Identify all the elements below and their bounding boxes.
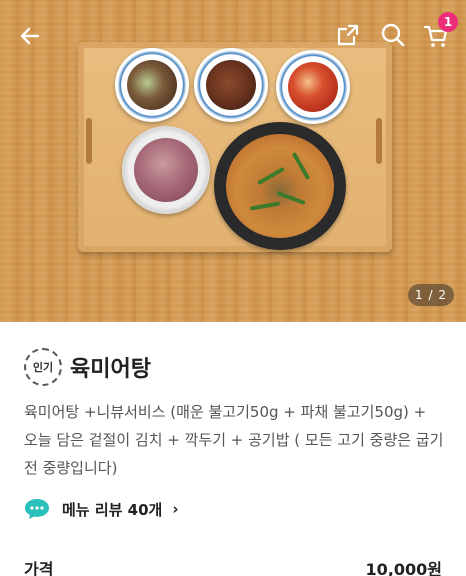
search-icon xyxy=(381,23,405,47)
tray-handle-left xyxy=(86,118,92,164)
tray-handle-right xyxy=(376,118,382,164)
search-button[interactable] xyxy=(378,20,408,50)
popular-badge: 인기 xyxy=(24,348,62,386)
scallion xyxy=(257,166,285,186)
chevron-right-icon: › xyxy=(172,500,179,518)
title-row: 인기 육미어탕 xyxy=(24,348,151,386)
image-page-indicator: 1 / 2 xyxy=(408,284,454,306)
soup xyxy=(226,134,334,238)
scallion xyxy=(249,201,281,211)
back-button[interactable] xyxy=(14,20,46,52)
menu-review-link[interactable]: 메뉴 리뷰 40개 › xyxy=(24,498,179,520)
review-count-label: 메뉴 리뷰 40개 xyxy=(62,500,163,519)
price-value: 10,000원 xyxy=(365,560,442,576)
menu-description: 육미어탕 +니뷰서비스 (매운 불고기50g + 파채 불고기50g) + 오늘… xyxy=(24,403,444,477)
share-button[interactable] xyxy=(334,20,362,50)
price-row: 가격 10,000원 xyxy=(24,556,442,576)
scallion xyxy=(291,152,311,180)
soup-pot xyxy=(214,122,346,250)
rice xyxy=(134,138,198,202)
cart-count-badge: 1 xyxy=(438,12,458,32)
scallion xyxy=(276,190,306,206)
menu-detail: 인기 육미어탕 육미어탕 +니뷰서비스 (매운 불고기50g + 파채 불고기5… xyxy=(0,322,466,576)
menu-title: 육미어탕 xyxy=(70,357,151,382)
top-navigation-bar: 1 xyxy=(0,0,466,70)
arrow-left-icon xyxy=(20,27,40,45)
chat-bubble-icon xyxy=(25,499,49,519)
rice-bowl xyxy=(122,126,210,214)
price-label: 가격 xyxy=(24,560,54,576)
share-icon xyxy=(337,24,359,46)
